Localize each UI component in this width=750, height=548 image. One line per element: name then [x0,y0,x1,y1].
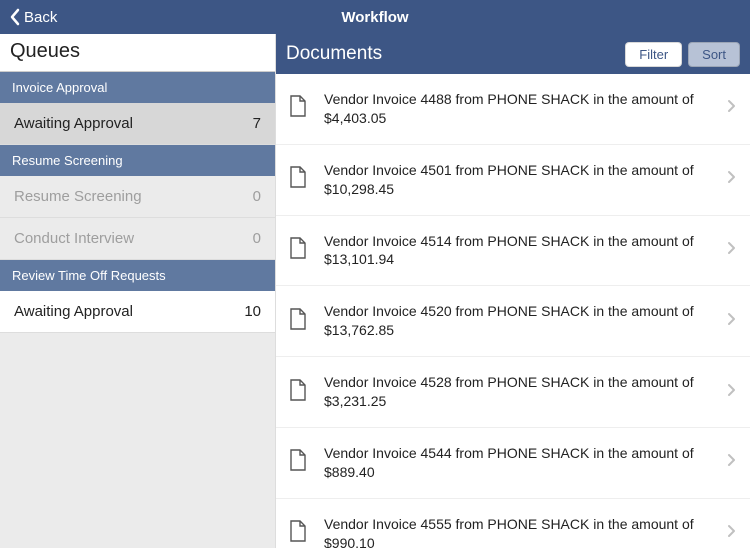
chevron-right-icon [726,312,738,331]
document-icon [288,448,312,477]
sidebar-item[interactable]: Conduct Interview 0 [0,218,275,260]
document-title: Vendor Invoice 4520 from PHONE SHACK in … [324,302,726,340]
sidebar-item-count: 10 [244,303,261,320]
top-navbar: Back Workflow [0,0,750,34]
sidebar-item-label: Awaiting Approval [14,115,133,132]
back-label: Back [24,9,57,26]
sidebar-item-count: 7 [253,115,261,132]
document-row[interactable]: Vendor Invoice 4528 from PHONE SHACK in … [276,357,750,428]
document-row[interactable]: Vendor Invoice 4555 from PHONE SHACK in … [276,499,750,548]
sidebar-item-label: Resume Screening [14,188,142,205]
document-row[interactable]: Vendor Invoice 4488 from PHONE SHACK in … [276,74,750,145]
chevron-right-icon [726,383,738,402]
sort-button[interactable]: Sort [688,42,740,67]
document-icon [288,94,312,123]
sidebar-item[interactable]: Resume Screening 0 [0,176,275,218]
documents-header: Documents Filter Sort [276,34,750,74]
document-title: Vendor Invoice 4514 from PHONE SHACK in … [324,232,726,270]
chevron-right-icon [726,99,738,118]
document-title: Vendor Invoice 4555 from PHONE SHACK in … [324,515,726,548]
chevron-right-icon [726,524,738,543]
sidebar-section-header: Review Time Off Requests [0,260,275,291]
back-button[interactable]: Back [8,8,57,26]
chevron-right-icon [726,453,738,472]
document-row[interactable]: Vendor Invoice 4544 from PHONE SHACK in … [276,428,750,499]
sidebar-item-count: 0 [253,230,261,247]
document-row[interactable]: Vendor Invoice 4514 from PHONE SHACK in … [276,216,750,287]
chevron-right-icon [726,241,738,260]
document-icon [288,378,312,407]
sidebar-item[interactable]: Awaiting Approval 10 [0,291,275,333]
document-icon [288,519,312,548]
filter-button[interactable]: Filter [625,42,682,67]
sidebar-title: Queues [0,34,275,72]
sidebar-item-label: Conduct Interview [14,230,134,247]
document-icon [288,236,312,265]
page-title: Workflow [341,9,408,26]
queues-sidebar: Queues Invoice ApprovalAwaiting Approval… [0,34,276,548]
document-row[interactable]: Vendor Invoice 4520 from PHONE SHACK in … [276,286,750,357]
document-row[interactable]: Vendor Invoice 4501 from PHONE SHACK in … [276,145,750,216]
chevron-right-icon [726,170,738,189]
sidebar-item-count: 0 [253,188,261,205]
sidebar-item-label: Awaiting Approval [14,303,133,320]
document-title: Vendor Invoice 4528 from PHONE SHACK in … [324,373,726,411]
document-icon [288,165,312,194]
documents-list[interactable]: Vendor Invoice 4488 from PHONE SHACK in … [276,74,750,548]
document-title: Vendor Invoice 4544 from PHONE SHACK in … [324,444,726,482]
document-icon [288,307,312,336]
sidebar-section-header: Resume Screening [0,145,275,176]
documents-toolbar: Filter Sort [625,42,740,67]
chevron-left-icon [8,8,22,26]
document-title: Vendor Invoice 4488 from PHONE SHACK in … [324,90,726,128]
sidebar-section-header: Invoice Approval [0,72,275,103]
sidebar-item[interactable]: Awaiting Approval 7 [0,103,275,145]
documents-title: Documents [286,43,382,65]
documents-panel: Documents Filter Sort Vendor Invoice 448… [276,34,750,548]
document-title: Vendor Invoice 4501 from PHONE SHACK in … [324,161,726,199]
